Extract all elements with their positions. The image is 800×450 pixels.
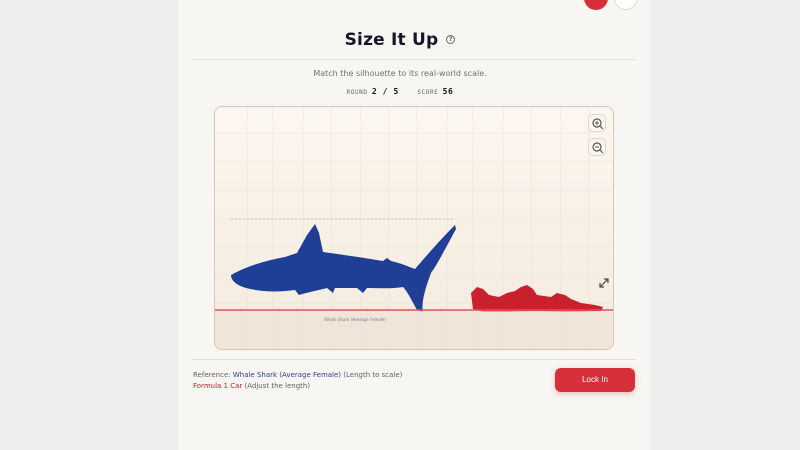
stats-bar: ROUND 2 / 5 SCORE 56 <box>0 87 800 96</box>
help-circle-icon[interactable]: ? <box>446 35 456 44</box>
reference-name: Whale Shark (Average Female) <box>232 371 342 379</box>
zoom-out-icon <box>592 142 604 154</box>
round-label: ROUND <box>346 89 368 96</box>
zoom-out-button[interactable] <box>588 138 606 156</box>
title-row: Size It Up? <box>0 30 800 50</box>
target-suffix: (Adjust the length) <box>242 382 311 390</box>
ground-label: Whale Shark (Average Female) <box>324 317 386 322</box>
score-label: SCORE <box>417 89 439 96</box>
resize-diagonal-icon <box>599 278 609 288</box>
footer-divider <box>192 359 636 360</box>
subtitle: Match the silhouette to its real-world s… <box>313 69 487 78</box>
target-name: Formula 1 Car <box>193 382 243 390</box>
reference-line: Reference: Whale Shark (Average Female) … <box>193 371 402 379</box>
zoom-in-button[interactable] <box>588 114 606 132</box>
round-value: 2 / 5 <box>371 87 399 96</box>
zoom-in-icon <box>592 118 604 130</box>
reference-suffix: (Length to scale) <box>341 371 403 379</box>
stage-canvas <box>215 107 613 349</box>
formula-1-car-silhouette[interactable] <box>471 285 603 312</box>
divider <box>192 59 636 60</box>
lock-in-button[interactable]: Lock In <box>555 368 635 392</box>
reference-prefix: Reference: <box>193 371 233 379</box>
comparison-stage[interactable]: Whale Shark (Average Female) <box>214 106 614 350</box>
resize-handle[interactable] <box>598 277 610 289</box>
score-value: 56 <box>442 87 454 96</box>
page-title: Size It Up <box>344 30 439 50</box>
target-line: Formula 1 Car (Adjust the length) <box>193 382 310 390</box>
whale-shark-silhouette <box>231 224 456 312</box>
